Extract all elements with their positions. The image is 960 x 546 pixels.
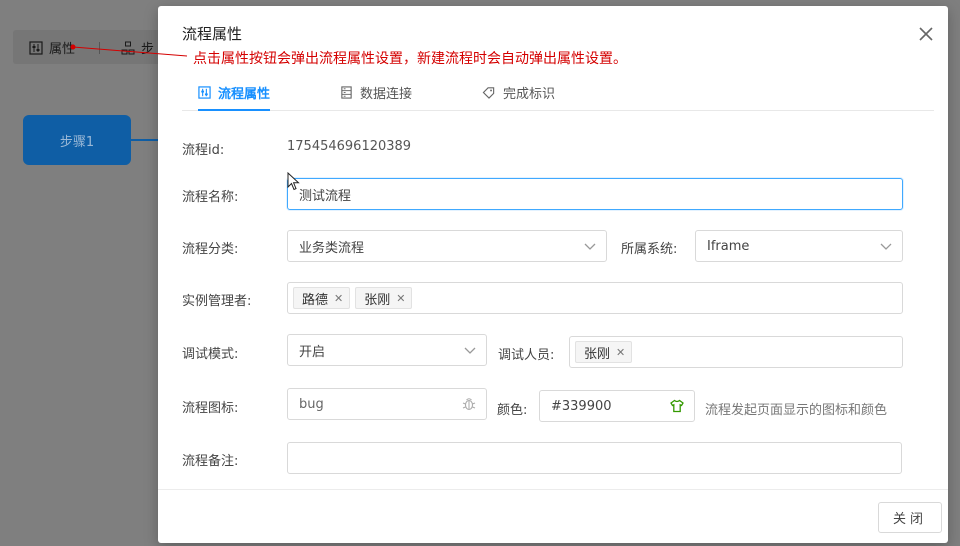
close-icon[interactable] bbox=[918, 26, 934, 42]
process-icon-input[interactable]: bug bbox=[287, 388, 487, 420]
debug-mode-label: 调试模式: bbox=[182, 347, 239, 362]
close-button[interactable]: 关闭 bbox=[878, 502, 942, 533]
tab-data-connection[interactable]: 数据连接 bbox=[340, 74, 412, 110]
process-icon-label: 流程图标: bbox=[182, 401, 239, 416]
manager-tag: 路德 ✕ bbox=[293, 287, 351, 309]
remove-tag-icon[interactable]: ✕ bbox=[616, 346, 625, 359]
debug-user-tag: 张刚 ✕ bbox=[575, 341, 633, 363]
remark-label: 流程备注: bbox=[182, 454, 239, 469]
tab-label: 完成标识 bbox=[503, 86, 556, 102]
manager-tag: 张刚 ✕ bbox=[355, 287, 413, 309]
process-id-value: 175454696120389 bbox=[287, 139, 412, 154]
process-name-value: 测试流程 bbox=[299, 188, 352, 204]
flow-step-label: 步骤1 bbox=[59, 134, 95, 150]
icon-color-hint: 流程发起页面显示的图标和颜色 bbox=[705, 403, 888, 418]
category-label: 流程分类: bbox=[182, 242, 239, 257]
tab-label: 数据连接 bbox=[360, 86, 413, 102]
color-input[interactable]: #339900 bbox=[539, 390, 695, 422]
debug-mode-select[interactable]: 开启 bbox=[287, 334, 487, 366]
mouse-cursor-icon bbox=[287, 172, 300, 191]
managers-label: 实例管理者: bbox=[182, 294, 252, 309]
manager-tag-label: 张刚 bbox=[364, 292, 391, 308]
database-icon bbox=[341, 85, 352, 99]
remove-tag-icon[interactable]: ✕ bbox=[396, 292, 405, 305]
debug-user-tag-label: 张刚 bbox=[584, 346, 611, 362]
chevron-down-icon bbox=[880, 243, 892, 250]
process-properties-dialog: 流程属性 流程属性 数据连接 完成标识 流程id: 17545469612038… bbox=[158, 6, 948, 543]
tab-completion-flag[interactable]: 完成标识 bbox=[482, 74, 555, 110]
color-label: 颜色: bbox=[497, 403, 528, 418]
chevron-down-icon bbox=[584, 243, 596, 250]
tag-icon bbox=[482, 86, 495, 99]
category-select[interactable]: 业务类流程 bbox=[287, 230, 607, 262]
category-value: 业务类流程 bbox=[299, 240, 365, 256]
tab-process-properties[interactable]: 流程属性 bbox=[198, 74, 271, 111]
sliders-icon bbox=[198, 85, 211, 99]
flow-connector bbox=[131, 139, 161, 141]
color-value: #339900 bbox=[551, 398, 612, 414]
dialog-footer-divider bbox=[158, 489, 948, 490]
system-label: 所属系统: bbox=[621, 242, 678, 257]
annotation-text: 点击属性按钮会弹出流程属性设置，新建流程时会自动弹出属性设置。 bbox=[193, 51, 627, 67]
system-select[interactable]: Iframe bbox=[695, 230, 903, 262]
flow-step-node[interactable]: 步骤1 bbox=[23, 115, 131, 165]
dialog-tabs: 流程属性 数据连接 完成标识 bbox=[182, 74, 934, 111]
debug-mode-value: 开启 bbox=[299, 344, 326, 360]
process-name-input[interactable]: 测试流程 bbox=[287, 178, 903, 210]
process-icon-value: bug bbox=[299, 396, 324, 412]
bug-icon bbox=[462, 398, 476, 411]
annotation-arrow bbox=[70, 44, 188, 57]
remove-tag-icon[interactable]: ✕ bbox=[334, 292, 343, 305]
debug-users-multiselect[interactable]: 张刚 ✕ bbox=[569, 336, 903, 368]
process-name-label: 流程名称: bbox=[182, 190, 239, 205]
tab-label: 流程属性 bbox=[218, 86, 271, 102]
manager-tag-label: 路德 bbox=[302, 292, 329, 308]
shirt-icon[interactable] bbox=[670, 399, 684, 413]
process-id-label: 流程id: bbox=[182, 143, 225, 158]
managers-multiselect[interactable]: 路德 ✕ 张刚 ✕ bbox=[287, 282, 903, 314]
chevron-down-icon bbox=[464, 347, 476, 354]
debug-users-label: 调试人员: bbox=[498, 348, 555, 363]
system-value: Iframe bbox=[707, 238, 750, 254]
remark-input[interactable] bbox=[287, 442, 902, 474]
